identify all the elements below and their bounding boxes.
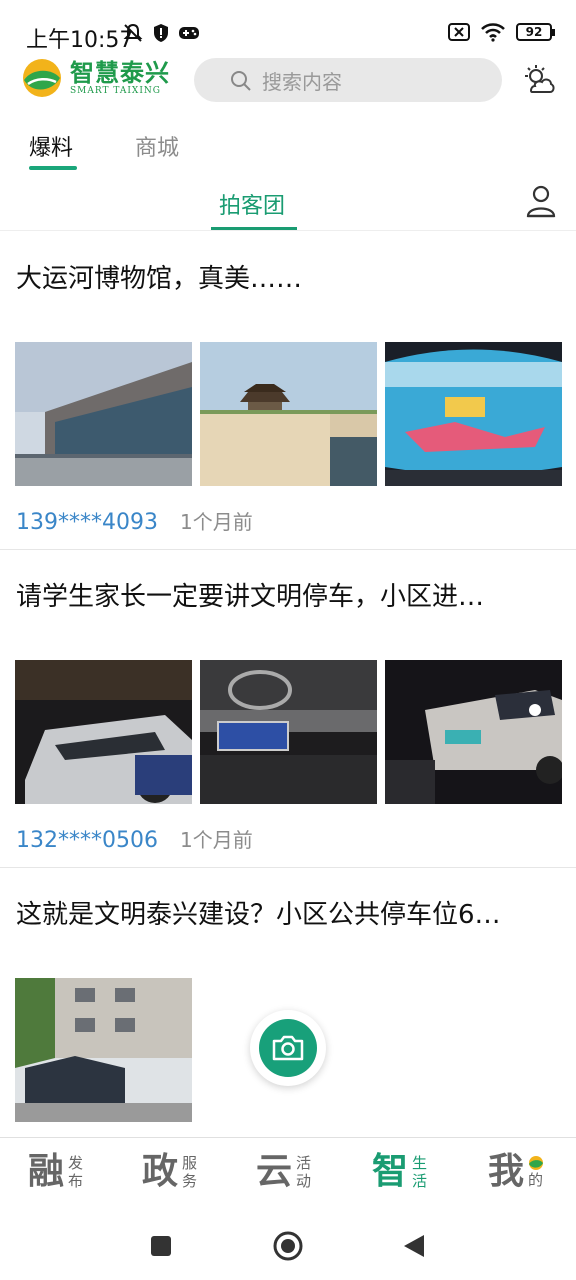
logo-mark-icon [23,59,61,97]
logo-title: 智慧泰兴 [70,59,170,87]
post-image[interactable] [385,342,562,486]
gamepad-icon [179,27,199,39]
nav-big-label: 我 [488,1151,525,1192]
top-tabs: 爆料 商城 [0,118,576,174]
user-profile-icon[interactable] [526,184,556,220]
post-images [15,978,192,1122]
camera-fab-button[interactable] [250,1010,326,1086]
post-image[interactable] [200,660,377,804]
nav-small-label: 生 [412,1154,428,1172]
recent-apps-icon[interactable] [150,1235,172,1257]
status-bar: 上午10:57 92 [0,0,576,53]
nav-big-label: 智 [372,1151,409,1192]
post-images [15,660,562,804]
post-image[interactable] [200,342,377,486]
nav-big-label: 政 [142,1151,179,1192]
bottom-nav: 融 发布 政 服务 云 活动 智 生活 我 的 [0,1137,576,1211]
search-bar[interactable]: 搜索内容 [194,58,502,102]
nav-big-label: 融 [28,1151,65,1192]
search-icon [231,71,251,91]
post-image[interactable] [15,342,192,486]
post-meta: 132****0506 1个月前 [16,824,253,853]
nav-rong-fabu[interactable]: 融 发布 [28,1152,83,1192]
nav-small-label: 动 [296,1172,312,1190]
nav-small-label: 的 [528,1171,544,1189]
post-user[interactable]: 132****0506 [16,828,158,853]
status-right-icons: 92 [448,22,555,42]
post-image[interactable] [385,660,562,804]
nav-small-label: 发 [68,1154,84,1172]
nav-zhi-shenghuo[interactable]: 智 生活 [372,1152,427,1192]
tab-baoliao[interactable]: 爆料 [29,130,73,162]
nav-small-label: 布 [68,1172,84,1190]
weather-icon[interactable] [522,64,556,96]
sub-tabs: 拍客团 [0,176,576,231]
tab-shangcheng[interactable]: 商城 [135,130,179,162]
post-time: 1个月前 [179,510,253,534]
post-images [15,342,562,486]
wifi-icon [481,23,505,42]
nav-yun-huodong[interactable]: 云 活动 [256,1152,311,1192]
camera-icon [272,1035,304,1061]
post-time: 1个月前 [179,828,253,852]
home-icon[interactable] [272,1230,304,1262]
mute-bell-icon [123,23,143,42]
nav-wo-de[interactable]: 我 的 [488,1152,544,1192]
nav-small-label: 服 [182,1154,198,1172]
post-title[interactable]: 这就是文明泰兴建设？小区公共停车位6… [16,894,556,931]
sub-tab-indicator [211,227,297,230]
back-icon[interactable] [402,1233,426,1259]
nav-small-label: 务 [182,1172,198,1190]
sim-off-icon [448,23,470,41]
search-placeholder: 搜索内容 [262,69,342,94]
app-header: 智慧泰兴 SMART TAIXING 搜索内容 [0,52,576,110]
post-title[interactable]: 大运河博物馆，真美…… [16,258,556,295]
post-image[interactable] [15,978,192,1122]
post-user[interactable]: 139****4093 [16,510,158,535]
status-left-icons [122,22,200,44]
status-time: 上午10:57 [26,28,134,53]
nav-small-label: 活 [296,1154,312,1172]
app-logo: 智慧泰兴 SMART TAIXING [22,58,170,98]
nav-big-label: 云 [256,1151,293,1192]
logo-subtitle: SMART TAIXING [70,86,161,96]
post-card[interactable]: 大运河博物馆，真美…… 139****4093 1个月前 [0,232,576,550]
nav-small-label: 活 [412,1172,428,1190]
post-card[interactable]: 请学生家长一定要讲文明停车，小区进… 132****0506 1个月前 [0,550,576,868]
shield-icon [154,24,168,42]
post-title[interactable]: 请学生家长一定要讲文明停车，小区进… [16,576,556,613]
camera-fab-inner [259,1019,317,1077]
post-image[interactable] [15,660,192,804]
battery-indicator: 92 [516,23,555,41]
post-meta: 139****4093 1个月前 [16,506,253,535]
system-nav-bar [0,1211,576,1280]
nav-logo-small-icon [529,1156,544,1170]
tab-paiketuan[interactable]: 拍客团 [219,188,285,220]
active-tab-indicator [29,166,77,170]
nav-zheng-fuwu[interactable]: 政 服务 [142,1152,197,1192]
